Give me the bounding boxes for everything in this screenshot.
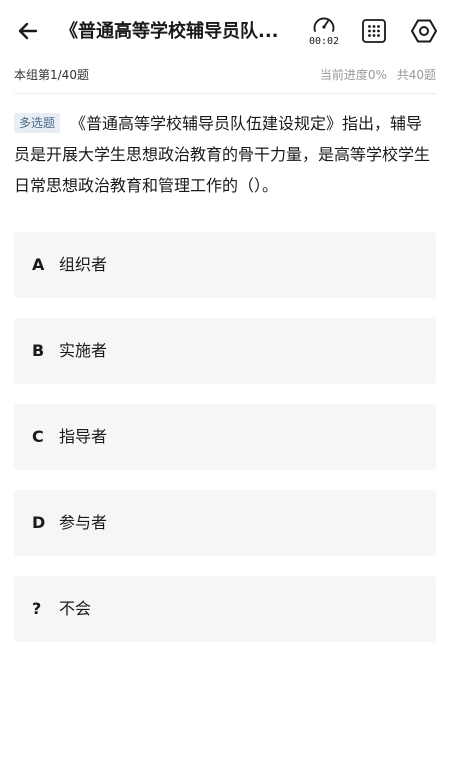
group-progress-text: 本组第1/40题 (14, 68, 89, 82)
divider (14, 93, 436, 94)
progress-row: 本组第1/40题 当前进度0% 共40题 (14, 64, 436, 86)
option-text: 不会 (59, 599, 92, 618)
current-progress-text: 当前进度0% (319, 68, 387, 82)
overall-progress: 当前进度0% 共40题 (314, 66, 436, 83)
option-c[interactable]: C 指导者 (14, 404, 436, 470)
question-type-badge: 多选题 (14, 113, 61, 133)
option-b[interactable]: B 实施者 (14, 318, 436, 384)
option-letter: C (32, 427, 44, 446)
settings-hexagon-icon[interactable] (410, 17, 438, 45)
answer-sheet-grid-icon[interactable] (361, 18, 387, 44)
option-text: 实施者 (59, 341, 108, 360)
option-letter: B (32, 341, 45, 360)
speedometer-icon (313, 17, 335, 32)
option-dont-know[interactable]: ? 不会 (14, 576, 436, 642)
timer-button[interactable]: 00:02 (305, 14, 343, 50)
option-a[interactable]: A 组织者 (14, 232, 436, 298)
question-text: 《普通高等学校辅导员队伍建设规定》指出，辅导员是开展大学生思想政治教育的骨干力量… (14, 114, 431, 195)
option-letter: ? (32, 599, 42, 618)
option-letter: A (32, 255, 45, 274)
option-letter: D (32, 513, 46, 532)
question-stem: 多选题 《普通高等学校辅导员队伍建设规定》指出，辅导员是开展大学生思想政治教育的骨… (14, 108, 436, 201)
timer-value: 00:02 (308, 36, 340, 47)
total-questions-text: 共40题 (396, 68, 436, 82)
option-text: 指导者 (59, 427, 108, 446)
option-d[interactable]: D 参与者 (14, 490, 436, 556)
back-arrow-icon[interactable] (14, 17, 42, 45)
option-text: 组织者 (59, 255, 108, 274)
option-text: 参与者 (59, 513, 108, 532)
page-title: 《普通高等学校辅导员队... (60, 21, 279, 42)
top-bar: 《普通高等学校辅导员队... 00:02 (0, 0, 450, 60)
